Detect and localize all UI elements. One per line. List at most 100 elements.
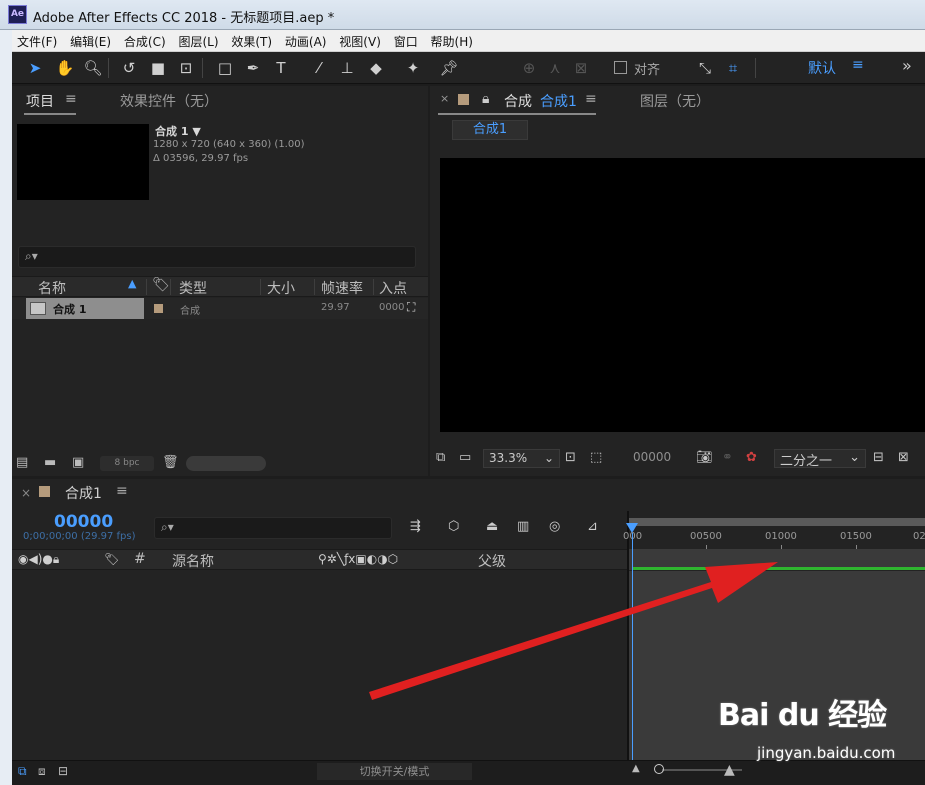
column-parent[interactable]: 父级 — [478, 551, 506, 571]
menu-view[interactable]: 视图(V) — [334, 30, 385, 52]
close-tab-icon[interactable]: × — [440, 92, 449, 105]
selected-comp-name[interactable]: 合成 1 ▼ — [155, 123, 201, 139]
rotate-tool-icon[interactable]: ↺ — [118, 58, 140, 78]
bit-depth-button[interactable]: 8 bpc — [100, 456, 154, 471]
tab-composition-name[interactable]: 合成1 — [540, 91, 577, 111]
layer-switches-icon[interactable]: ⧉ — [18, 764, 27, 779]
column-name[interactable]: 名称 — [38, 278, 66, 298]
menu-layer[interactable]: 图层(L) — [173, 30, 222, 52]
flowchart-icon[interactable]: ⛶ — [407, 300, 415, 315]
selection-tool-icon[interactable]: ➤ — [24, 58, 46, 78]
comp-mini-flowchart-icon[interactable]: ⇶ — [410, 519, 421, 534]
monitor-icon[interactable]: ▭ — [459, 450, 471, 465]
project-panel-menu-icon[interactable]: ≡ — [65, 91, 77, 107]
roto-brush-tool-icon[interactable]: ✦ — [402, 58, 424, 78]
tab-timeline-comp[interactable]: 合成1 — [65, 483, 102, 503]
menu-composition[interactable]: 合成(C) — [119, 30, 170, 52]
menu-edit[interactable]: 编辑(E) — [65, 30, 115, 52]
fit-frame-icon[interactable]: ⊡ — [565, 450, 576, 465]
zoom-in-icon[interactable]: ▲ — [724, 762, 735, 778]
label-tag-icon[interactable]: 🏷︎ — [152, 277, 170, 293]
world-axis-icon[interactable]: ⋏ — [544, 58, 566, 78]
current-time-display[interactable]: 00000 — [633, 450, 671, 464]
eraser-tool-icon[interactable]: ◆ — [365, 58, 387, 78]
layer-list[interactable] — [12, 571, 627, 759]
snapshot-camera-icon[interactable]: 📷︎ — [696, 450, 713, 465]
brush-tool-icon[interactable]: ⁄ — [308, 58, 330, 78]
view-axis-icon[interactable]: ⊠ — [570, 58, 592, 78]
pen-tool-icon[interactable]: ✒ — [242, 58, 264, 78]
draft-3d-icon[interactable]: ⬡ — [448, 519, 459, 534]
new-folder-icon[interactable]: ▬ — [44, 455, 56, 470]
tab-composition-label[interactable]: 合成 — [504, 91, 532, 111]
composition-viewer[interactable] — [440, 158, 925, 432]
timeline-panel-menu-icon[interactable]: ≡ — [116, 483, 128, 499]
fast-preview-icon[interactable]: ⊟ — [873, 450, 884, 465]
menu-animation[interactable]: 动画(A) — [280, 30, 331, 52]
av-features-icons[interactable]: ◉◀)●🔒︎ — [18, 552, 59, 567]
timeline-search-input[interactable]: ⌕▾ — [154, 517, 392, 539]
pan-behind-tool-icon[interactable]: ⊡ — [175, 58, 197, 78]
zoom-tool-icon[interactable]: 🔍︎ — [82, 58, 104, 78]
shy-layers-icon[interactable]: ⏏ — [486, 519, 498, 534]
column-type[interactable]: 类型 — [179, 278, 207, 298]
label-tag-icon[interactable]: 🏷︎ — [104, 552, 119, 566]
project-search-input[interactable]: ⌕▾ — [18, 246, 416, 268]
close-tab-icon[interactable]: × — [21, 486, 31, 500]
column-in-point[interactable]: 入点 — [379, 278, 407, 298]
puppet-pin-tool-icon[interactable]: 📌︎ — [438, 58, 460, 78]
switches-icons[interactable]: ⚲✲╲ƒx▣◐◑⬡ — [318, 552, 398, 566]
toggle-switches-modes-button[interactable]: 切换开关/模式 — [317, 763, 472, 780]
comp-panel-menu-icon[interactable]: ≡ — [585, 91, 597, 107]
in-out-icon[interactable]: ⊟ — [58, 764, 68, 778]
menu-file[interactable]: 文件(F) — [12, 30, 61, 52]
sort-ascending-icon[interactable]: ▲ — [128, 277, 136, 290]
time-zoom-knob[interactable] — [654, 764, 664, 774]
column-source-name[interactable]: 源名称 — [172, 551, 214, 571]
align-checkbox[interactable] — [614, 61, 627, 74]
camera-tool-icon[interactable]: ■ — [147, 58, 169, 78]
region-of-interest-icon[interactable]: ⬚ — [590, 450, 602, 465]
menu-help[interactable]: 帮助(H) — [426, 30, 477, 52]
horizontal-scrollbar[interactable] — [186, 456, 266, 471]
clone-stamp-tool-icon[interactable]: ⊥ — [336, 58, 358, 78]
trash-icon[interactable]: 🗑︎ — [162, 455, 179, 470]
transfer-controls-icon[interactable]: ⧈ — [38, 764, 46, 779]
menu-window[interactable]: 窗口 — [389, 30, 422, 52]
column-size[interactable]: 大小 — [267, 278, 295, 298]
project-item-row[interactable]: 合成 1 合成 29.97 0000 ⛶ — [12, 298, 428, 319]
show-snapshot-icon[interactable]: ⚭ — [722, 450, 733, 465]
zoom-out-icon[interactable]: ▲ — [632, 763, 640, 774]
workspace-menu-icon[interactable]: ≡ — [852, 57, 864, 73]
transparency-grid-icon[interactable]: ⊠ — [898, 450, 909, 465]
column-framerate[interactable]: 帧速率 — [321, 278, 363, 298]
work-area-bar[interactable] — [629, 518, 925, 526]
current-time-display[interactable]: 00000 — [54, 512, 113, 532]
lock-icon[interactable]: 🔒︎ — [482, 91, 489, 107]
snapping-icon[interactable]: ⤡ — [694, 58, 716, 78]
zoom-select[interactable]: 33.3% ⌄ — [483, 449, 560, 468]
current-time-indicator-head[interactable] — [626, 523, 638, 533]
resolution-select[interactable]: 二分之一 ⌄ — [774, 449, 866, 469]
graph-editor-icon[interactable]: ⊿ — [587, 519, 598, 534]
tab-layer[interactable]: 图层（无） — [640, 91, 710, 111]
workspace-default-button[interactable]: 默认 — [808, 58, 836, 78]
snap-target-icon[interactable]: ⌗ — [722, 58, 744, 78]
new-composition-icon[interactable]: ▣ — [72, 455, 84, 470]
local-axis-icon[interactable]: ⊕ — [518, 58, 540, 78]
column-number[interactable]: # — [134, 551, 146, 567]
time-ruler[interactable] — [629, 511, 925, 549]
label-color-swatch[interactable] — [154, 304, 163, 313]
frame-blending-icon[interactable]: ▥ — [517, 519, 529, 534]
hand-tool-icon[interactable]: ✋ — [54, 58, 76, 78]
menu-effect[interactable]: 效果(T) — [226, 30, 276, 52]
interpret-footage-icon[interactable]: ▤ — [16, 455, 28, 470]
tab-effect-controls[interactable]: 效果控件（无） — [120, 91, 218, 111]
type-tool-icon[interactable]: T — [270, 58, 292, 78]
always-preview-icon[interactable]: ⧉ — [436, 450, 445, 465]
tab-project[interactable]: 项目 — [26, 91, 54, 111]
comp-navigator-tab[interactable]: 合成1 — [452, 120, 528, 140]
rectangle-tool-icon[interactable]: □ — [214, 58, 236, 78]
color-channel-icon[interactable]: ✿ — [746, 450, 757, 465]
more-workspaces-icon[interactable]: » — [902, 56, 912, 75]
